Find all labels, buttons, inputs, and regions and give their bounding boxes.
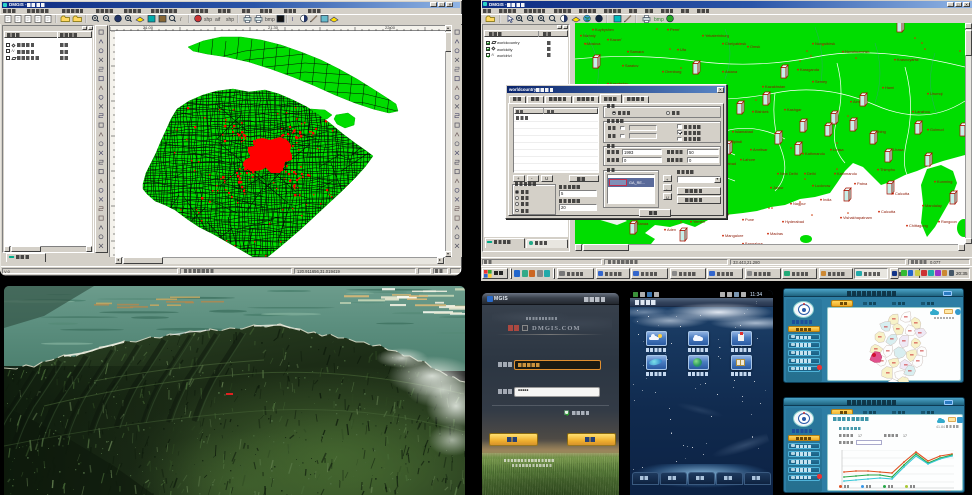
- svg-text:Calcutta: Calcutta: [881, 209, 896, 214]
- svg-text:Lanzhou: Lanzhou: [915, 109, 930, 114]
- svg-text:Kashgar: Kashgar: [787, 107, 802, 112]
- svg-text:Kazakhstan: Kazakhstan: [765, 84, 785, 89]
- svg-text:Kathmandu: Kathmandu: [805, 151, 825, 156]
- svg-text:Vishakhapatnam: Vishakhapatnam: [843, 215, 872, 220]
- svg-text:Kathmandu: Kathmandu: [837, 171, 857, 176]
- svg-text:Rangoon: Rangoon: [941, 219, 957, 224]
- svg-text:Golmud: Golmud: [930, 127, 944, 132]
- svg-text:Sanaa: Sanaa: [637, 221, 649, 226]
- svg-text:Hami: Hami: [885, 85, 894, 90]
- svg-text:Chelyabinsk: Chelyabinsk: [725, 41, 746, 46]
- svg-text:Pune: Pune: [745, 217, 754, 222]
- svg-text:Kuybyshev: Kuybyshev: [595, 27, 614, 32]
- svg-text:Samara: Samara: [630, 49, 644, 54]
- svg-text:Mangalore: Mangalore: [725, 233, 743, 238]
- svg-text:Ufa: Ufa: [680, 47, 687, 52]
- svg-text:Nizhniy: Nizhniy: [583, 33, 596, 38]
- svg-text:Madras: Madras: [770, 231, 783, 236]
- svg-text:Yekaterinburg: Yekaterinburg: [705, 33, 729, 38]
- svg-text:Perm': Perm': [670, 27, 680, 32]
- svg-text:aif: aif: [215, 17, 221, 23]
- svg-text:Krasnoyarsk: Krasnoyarsk: [897, 57, 919, 62]
- svg-text:Calcutta: Calcutta: [895, 191, 910, 196]
- svg-text:Lahore: Lahore: [743, 157, 755, 162]
- svg-text:Orenburg: Orenburg: [665, 69, 681, 74]
- svg-text:Lhasa: Lhasa: [833, 147, 844, 152]
- svg-text:Amritsar: Amritsar: [753, 147, 768, 152]
- svg-text:/: /: [180, 17, 182, 23]
- svg-text:Aden: Aden: [667, 227, 676, 232]
- svg-text:India: India: [823, 197, 832, 202]
- svg-text:Thimphu: Thimphu: [880, 167, 895, 172]
- svg-text:Kazan': Kazan': [610, 37, 622, 42]
- svg-text:shp: shp: [226, 17, 234, 23]
- svg-text:Mandalay: Mandalay: [925, 203, 942, 208]
- svg-text:Lhasa: Lhasa: [893, 147, 904, 152]
- svg-text:Jaipur: Jaipur: [773, 185, 784, 190]
- svg-text:Bishkek: Bishkek: [755, 109, 769, 114]
- svg-text:bmp: bmp: [265, 17, 275, 23]
- svg-text:Novokuznetsk: Novokuznetsk: [845, 49, 869, 54]
- svg-text:Saratov: Saratov: [625, 63, 638, 68]
- svg-text:Lucknow: Lucknow: [815, 183, 831, 188]
- svg-text:Yemen: Yemen: [693, 219, 705, 224]
- svg-text:Islamabad: Islamabad: [735, 129, 753, 134]
- svg-text:Urumqi: Urumqi: [930, 91, 943, 96]
- svg-text:Semey: Semey: [815, 79, 827, 84]
- svg-text:Kunming: Kunming: [937, 179, 952, 184]
- svg-text:Novosibirsk: Novosibirsk: [815, 41, 835, 46]
- svg-text:Patna: Patna: [857, 181, 868, 186]
- svg-text:Chittagong: Chittagong: [909, 223, 928, 228]
- svg-text:Moskva: Moskva: [587, 41, 601, 46]
- svg-text:New Delhi: New Delhi: [780, 171, 798, 176]
- svg-text:Delhi: Delhi: [807, 171, 816, 176]
- svg-text:shp: shp: [204, 17, 212, 23]
- svg-text:Karaganda: Karaganda: [800, 67, 820, 72]
- svg-text:Astana: Astana: [725, 69, 738, 74]
- svg-text:Hyderabad: Hyderabad: [785, 219, 804, 224]
- svg-text:I: I: [292, 17, 293, 23]
- svg-text:Omsk: Omsk: [750, 44, 760, 49]
